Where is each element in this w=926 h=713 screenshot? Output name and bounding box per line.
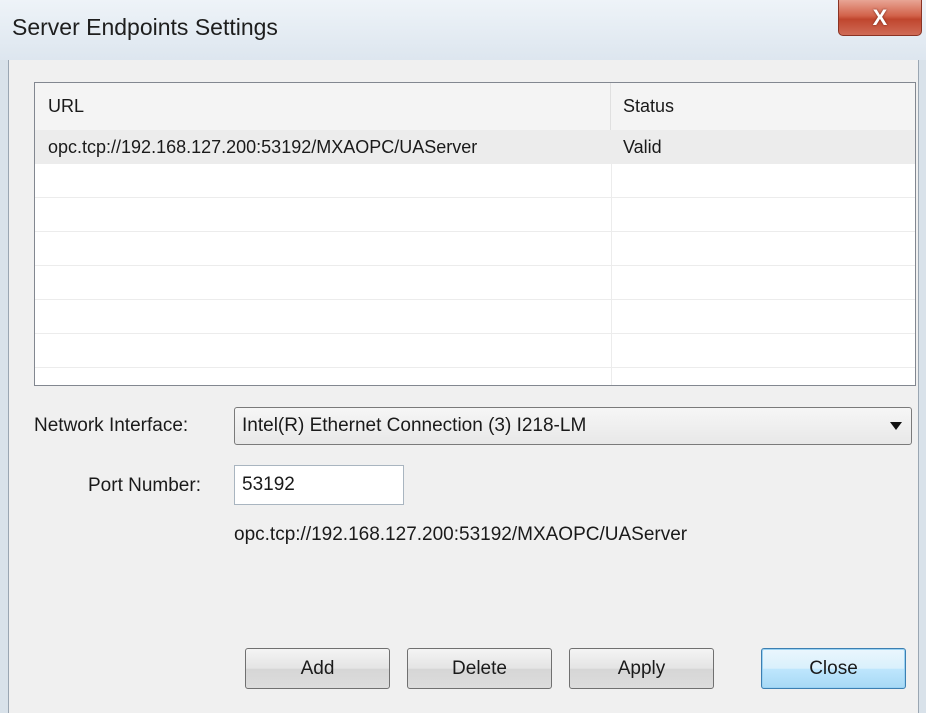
table-row-empty [35, 266, 915, 300]
table-row-empty [35, 232, 915, 266]
add-button[interactable]: Add [245, 648, 390, 689]
column-header-url[interactable]: URL [35, 83, 611, 130]
window-frame-left [0, 60, 9, 713]
close-button[interactable]: Close [761, 648, 906, 689]
table-row-empty [35, 164, 915, 198]
port-number-label: Port Number: [88, 475, 201, 496]
table-row-empty [35, 334, 915, 368]
table-row-empty [35, 300, 915, 334]
column-header-status[interactable]: Status [611, 83, 915, 130]
title-bar[interactable]: Server Endpoints Settings X [0, 0, 926, 60]
row-status: Valid [623, 137, 662, 157]
chevron-down-icon[interactable] [890, 422, 902, 430]
network-interface-label: Network Interface: [34, 415, 189, 436]
table-row-empty [35, 198, 915, 232]
window-title: Server Endpoints Settings [12, 14, 278, 40]
row-url: opc.tcp://192.168.127.200:53192/MXAOPC/U… [48, 137, 478, 157]
close-icon: X [872, 4, 888, 30]
window-close-button[interactable]: X [838, 0, 922, 36]
port-number-input[interactable] [234, 465, 404, 505]
network-interface-value: Intel(R) Ethernet Connection (3) I218-LM [242, 415, 587, 436]
apply-button[interactable]: Apply [569, 648, 714, 689]
table-row[interactable]: opc.tcp://192.168.127.200:53192/MXAOPC/U… [35, 130, 915, 164]
endpoints-list-header: URL Status [35, 83, 915, 131]
endpoints-list[interactable]: URL Status opc.tcp://192.168.127.200:531… [34, 82, 916, 386]
network-interface-select[interactable]: Intel(R) Ethernet Connection (3) I218-LM [234, 407, 912, 445]
endpoint-url-preview: opc.tcp://192.168.127.200:53192/MXAOPC/U… [234, 524, 688, 545]
delete-button[interactable]: Delete [407, 648, 552, 689]
window-frame-right [918, 60, 926, 713]
